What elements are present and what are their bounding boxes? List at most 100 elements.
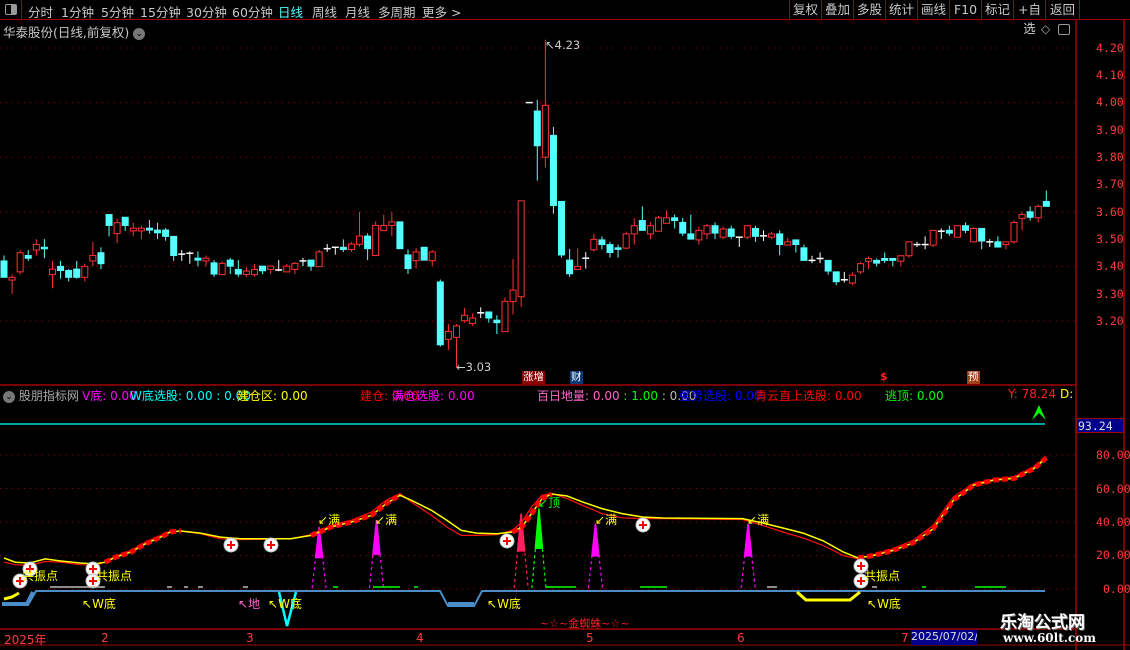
candle <box>986 239 994 248</box>
indicator-strong: 强势选股: 0.00 <box>679 389 762 403</box>
candle <box>461 308 469 323</box>
candle-body <box>1026 211 1034 218</box>
candle-body <box>291 262 299 270</box>
date-tick: 6 <box>737 631 745 645</box>
candle-body <box>73 268 81 278</box>
candle <box>663 210 671 224</box>
candle <box>356 212 364 247</box>
plus-circle-icon <box>263 537 279 553</box>
resonance-label: 共振点 <box>96 569 133 583</box>
candle-body <box>711 225 719 234</box>
candle-body <box>32 244 40 251</box>
candle <box>622 231 630 250</box>
candle <box>929 229 937 248</box>
candle-body <box>533 110 541 147</box>
candle-body <box>242 270 250 276</box>
candle-body <box>356 235 364 245</box>
candle-body <box>194 257 202 261</box>
candle <box>865 256 873 270</box>
candle <box>541 39 549 168</box>
candle-body <box>105 214 113 226</box>
candle <box>267 265 275 275</box>
candle-body <box>113 222 121 235</box>
candle <box>606 241 614 258</box>
full-marker: ↙满 <box>595 513 618 527</box>
candle-body <box>347 243 355 250</box>
candle <box>784 237 792 246</box>
candle <box>792 239 800 253</box>
candle <box>388 212 396 237</box>
candle <box>162 228 170 241</box>
candle-body <box>784 241 792 246</box>
signal-spike-peak <box>591 523 600 557</box>
indicator-100day-low-volume: 百日地量: 0.00 : 1.00 : 0.00 <box>537 389 697 403</box>
event-badge-increase[interactable]: 涨增 <box>522 371 545 384</box>
indicator-current-value: 93.24 <box>1076 418 1124 433</box>
date-tick: 2025年 <box>4 633 47 647</box>
indicator-name-text: 股朋指标网 <box>18 389 79 403</box>
candle <box>477 307 485 318</box>
indicator-full-position: 满仓选股: 0.00 <box>392 389 475 403</box>
candle-body <box>638 220 646 231</box>
event-badge-finance[interactable]: 财 <box>570 371 583 384</box>
price-tick: 3.90 <box>1096 123 1124 137</box>
candle <box>856 261 864 274</box>
candle <box>768 231 776 240</box>
watermark-url: www.60lt.com <box>1003 631 1096 645</box>
candle <box>945 225 953 236</box>
candle <box>889 257 897 267</box>
candle-body <box>517 200 525 298</box>
candle <box>412 248 420 269</box>
candle <box>687 214 695 240</box>
candle <box>121 216 129 231</box>
candle <box>646 221 654 240</box>
chart-canvas <box>0 20 1130 650</box>
price-tick: 3.60 <box>1096 205 1124 219</box>
candle <box>372 221 380 256</box>
candle <box>436 279 444 347</box>
candle <box>65 269 73 282</box>
candle <box>469 313 477 326</box>
price-tick: 4.10 <box>1096 68 1124 82</box>
candle <box>695 226 703 245</box>
candle <box>493 315 501 335</box>
candle <box>178 250 186 261</box>
indicator-name[interactable]: ⌄ 股朋指标网 <box>3 387 79 404</box>
candle <box>614 244 622 258</box>
candle-body <box>57 265 65 271</box>
candle <box>8 274 16 294</box>
high-price-value: 4.23 <box>554 38 581 52</box>
candle-body <box>768 233 776 238</box>
indicator-soaring: 青云直上选股: 0.00 <box>755 389 862 403</box>
candle <box>250 263 258 277</box>
candle <box>824 259 832 275</box>
event-badge-dividend[interactable]: $ <box>880 370 888 383</box>
build-zone-signal <box>796 590 861 602</box>
candle-body <box>978 227 986 242</box>
candle <box>129 222 137 237</box>
escape-top-arrow-icon <box>1032 405 1046 420</box>
high-price-annotation: ↖4.23 <box>545 38 581 52</box>
candle <box>40 239 48 259</box>
candle <box>913 241 921 248</box>
candle-body <box>970 227 978 243</box>
candle-body <box>848 274 856 284</box>
indicator-d-value: D: <box>1060 387 1074 401</box>
candle <box>921 236 929 250</box>
candle <box>703 223 711 240</box>
candle-body <box>856 263 864 273</box>
candle-body <box>606 244 614 253</box>
candle-body <box>40 246 48 250</box>
candle-body <box>364 235 372 250</box>
w-bottom-label: ↖W底 <box>867 597 901 611</box>
candle-body <box>679 221 687 234</box>
candle <box>89 241 97 267</box>
candle <box>81 263 89 282</box>
chevron-down-icon[interactable]: ⌄ <box>3 390 15 403</box>
candle-body <box>452 325 460 338</box>
candle-body <box>751 227 759 237</box>
candle-body <box>832 271 840 283</box>
candle-body <box>574 265 582 270</box>
event-badge-forecast[interactable]: 预 <box>967 371 980 384</box>
candle <box>654 215 662 232</box>
